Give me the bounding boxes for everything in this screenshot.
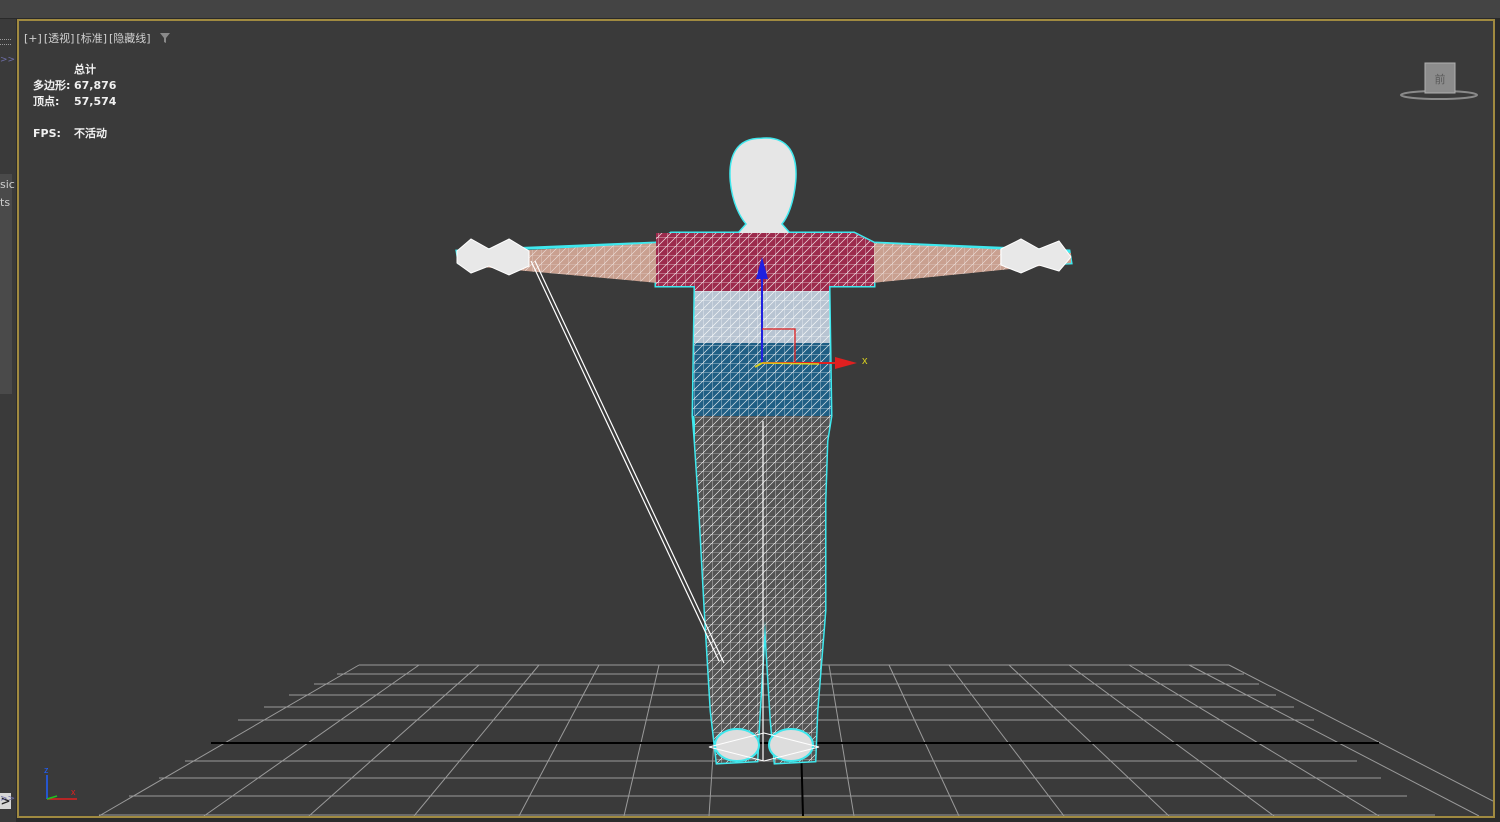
left-command-strip: >> sic ts > >> (0, 19, 16, 822)
perspective-viewport[interactable]: x [+] [透视] [标准] [隐藏线] 总计 多边形: 67,876 顶点:… (17, 19, 1495, 818)
top-toolbar (0, 0, 1500, 19)
vertices-label: 顶点: (33, 95, 60, 108)
viewport-style-menu[interactable]: [隐藏线] (109, 30, 151, 46)
expand-toolbar-button[interactable]: >> (0, 794, 15, 804)
panel-grip[interactable] (0, 39, 11, 45)
polygons-label: 多边形: (33, 79, 71, 92)
axis-tripod-icon: z x (44, 765, 77, 800)
axis-tripod-x: x (71, 787, 76, 797)
viewport-label-menu: [+] [透视] [标准] [隐藏线] (24, 30, 171, 46)
character-mesh[interactable] (455, 137, 1073, 765)
panel-text-fragment: sic (0, 178, 15, 191)
stats-header: 总计 (74, 63, 96, 76)
viewport-shading-menu[interactable]: [标准] (76, 30, 107, 46)
panel-text-fragment: ts (0, 196, 11, 209)
axis-tripod-z: z (44, 765, 49, 775)
viewcube-home-icon[interactable]: 前 (1399, 59, 1479, 103)
polygons-value: 67,876 (74, 79, 117, 92)
viewcube-face-label: 前 (1435, 72, 1446, 86)
viewport-pov-menu[interactable]: [透视] (44, 30, 75, 46)
fps-value: 不活动 (74, 127, 107, 140)
expand-toolbar-button[interactable]: >> (0, 55, 15, 65)
viewport-general-menu[interactable]: [+] (24, 32, 42, 45)
fps-label: FPS: (33, 127, 61, 140)
vertices-value: 57,574 (74, 95, 117, 108)
gizmo-x-label: x (862, 355, 868, 367)
scene-render[interactable]: x (19, 21, 1493, 816)
filter-funnel-icon[interactable] (159, 32, 171, 44)
scene-statistics: 总计 多边形: 67,876 顶点: 57,574 FPS: 不活动 (33, 62, 116, 142)
